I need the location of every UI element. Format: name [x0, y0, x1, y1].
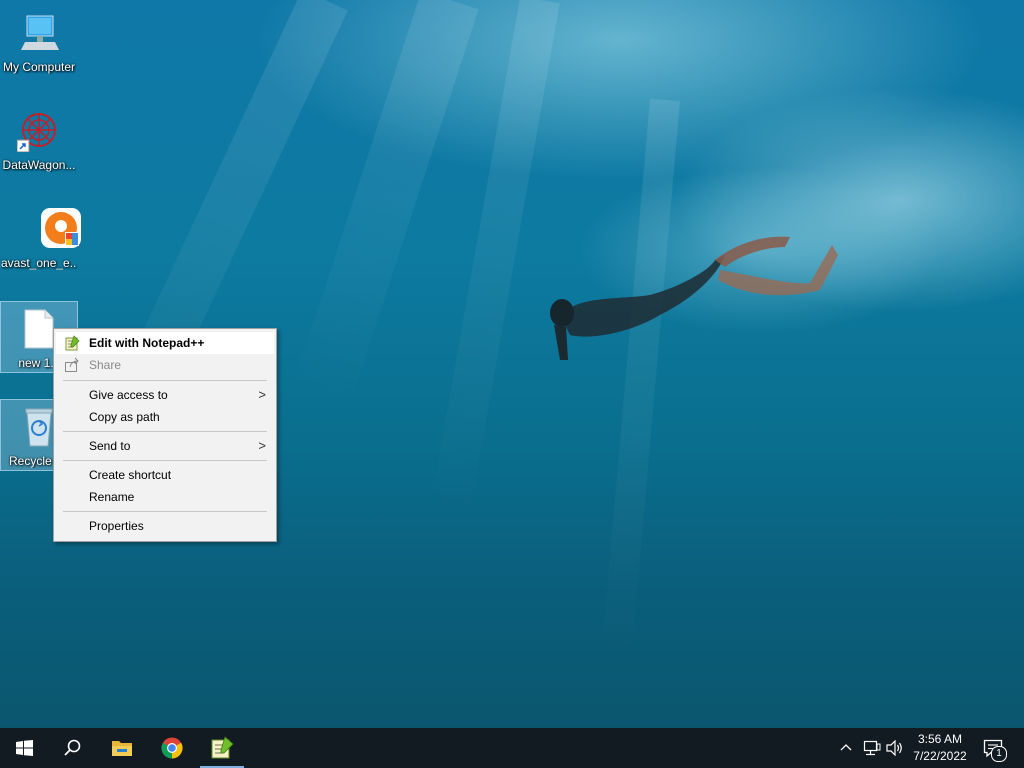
show-hidden-icons-button[interactable]: [836, 728, 856, 768]
menu-separator: [63, 511, 267, 512]
menu-item-label: Send to: [89, 439, 131, 453]
menu-item-label: Copy as path: [89, 410, 160, 424]
clock-time: 3:56 AM: [917, 732, 963, 746]
desktop-icon-label: My Computer: [2, 60, 76, 74]
menu-item-label: Create shortcut: [89, 468, 172, 482]
clock-date: 7/22/2022: [913, 749, 967, 763]
network-button[interactable]: [860, 728, 882, 768]
menu-item-edit-with-notepad-plus-plus[interactable]: Edit with Notepad++: [56, 332, 274, 354]
clock-button[interactable]: 3:56 AM 7/22/2022: [908, 728, 972, 768]
start-button[interactable]: [0, 728, 48, 768]
menu-item-properties[interactable]: Properties: [56, 515, 274, 537]
menu-separator: [63, 380, 267, 381]
desktop-icon-my-computer[interactable]: My Computer: [1, 6, 77, 76]
menu-separator: [63, 431, 267, 432]
menu-item-label: Share: [89, 358, 122, 372]
avast-icon: [17, 208, 81, 250]
search-button[interactable]: [48, 728, 96, 768]
menu-item-label: Properties: [89, 519, 144, 533]
desktop-icon-label: DataWagon...: [2, 158, 76, 172]
context-menu: Edit with Notepad++ Share Give access to…: [53, 328, 277, 542]
taskbar-chrome[interactable]: [148, 728, 196, 768]
menu-item-create-shortcut[interactable]: Create shortcut: [56, 464, 274, 486]
share-icon: [64, 357, 80, 373]
notifications-button[interactable]: 1: [978, 728, 1018, 768]
chevron-right-icon: >: [258, 438, 266, 453]
start-icon: [16, 740, 33, 756]
menu-item-label: Rename: [89, 490, 135, 504]
menu-item-share[interactable]: Share: [56, 354, 274, 376]
volume-icon: [886, 740, 902, 756]
search-icon: [64, 739, 81, 756]
notepad-plus-plus-icon: [211, 736, 234, 759]
light-ray: [601, 98, 680, 660]
desktop-icon-avast[interactable]: avast_one_e...: [1, 202, 81, 272]
file-explorer-icon: [112, 741, 132, 756]
light-ray: [291, 0, 479, 409]
taskbar: 3:56 AM 7/22/2022 1: [0, 728, 1024, 768]
taskbar-notepad-plus-plus[interactable]: [198, 728, 246, 768]
chrome-icon: [161, 737, 183, 759]
desktop-icon-label: avast_one_e...: [1, 256, 77, 270]
menu-item-give-access-to[interactable]: Give access to >: [56, 384, 274, 406]
computer-icon: [17, 12, 61, 54]
menu-separator: [63, 460, 267, 461]
datawagon-icon: [16, 110, 61, 153]
menu-item-copy-as-path[interactable]: Copy as path: [56, 406, 274, 428]
taskbar-file-explorer[interactable]: [98, 728, 146, 768]
freediver-image: [550, 236, 838, 360]
notification-count-badge: 1: [991, 746, 1007, 762]
menu-item-send-to[interactable]: Send to >: [56, 435, 274, 457]
menu-item-label: Edit with Notepad++: [89, 336, 205, 350]
menu-item-label: Give access to: [89, 388, 168, 402]
menu-item-rename[interactable]: Rename: [56, 486, 274, 508]
chevron-up-icon: [840, 744, 852, 751]
network-icon: [863, 740, 881, 756]
volume-button[interactable]: [884, 728, 906, 768]
chevron-right-icon: >: [258, 387, 266, 402]
notepad-plus-plus-icon: [64, 335, 80, 351]
desktop-icon-datawagon[interactable]: DataWagon...: [1, 104, 77, 174]
